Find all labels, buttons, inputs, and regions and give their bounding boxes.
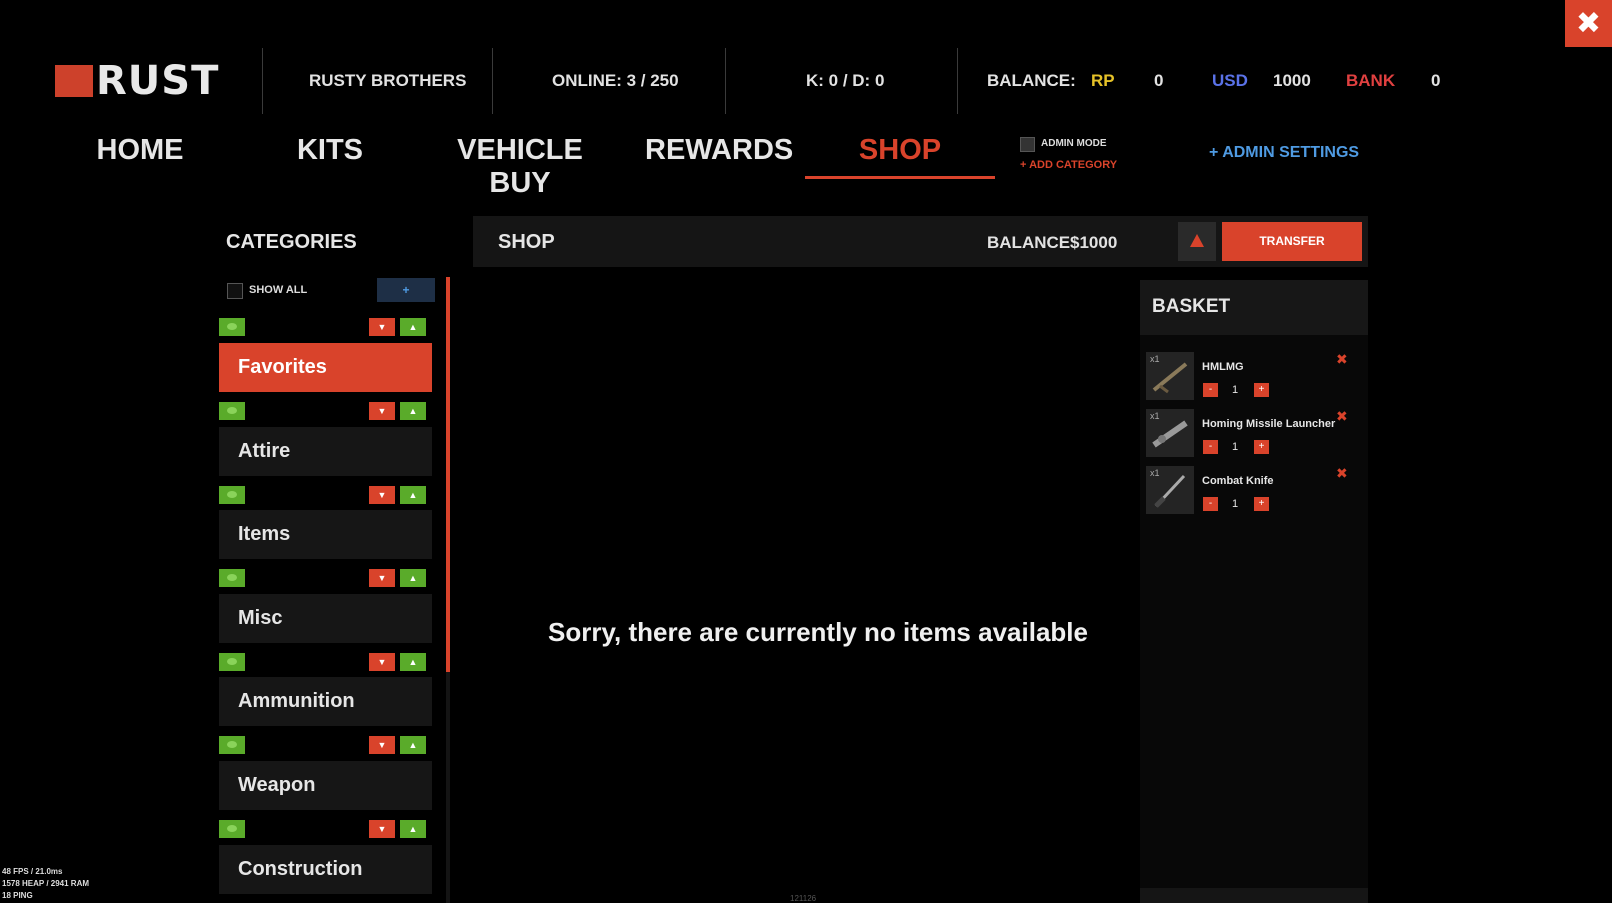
category-misc[interactable]: Misc [219,594,432,643]
show-all-checkbox[interactable] [227,283,243,299]
transfer-button[interactable]: TRANSFER [1222,222,1362,261]
tab-shop[interactable]: SHOP [850,134,950,167]
divider [262,48,263,114]
divider [492,48,493,114]
move-up-icon[interactable]: ▲ [400,569,426,587]
balance-label: BALANCE: [987,71,1076,90]
decrease-button[interactable]: - [1203,497,1218,511]
ping-readout: 18 PING [2,891,33,900]
edit-icon[interactable] [219,486,245,504]
move-up-icon[interactable]: ▲ [400,402,426,420]
basket-item-qty: 1 [1232,384,1239,396]
edit-icon[interactable] [219,820,245,838]
shop-title: SHOP [498,231,555,253]
basket-item-tag: x1 [1150,468,1160,478]
category-ammunition[interactable]: Ammunition [219,677,432,726]
admin-mode-checkbox[interactable] [1020,137,1035,152]
category-items[interactable]: Items [219,510,432,559]
server-name: RUSTY BROTHERS [309,71,467,90]
categories-title: CATEGORIES [226,231,357,253]
increase-button[interactable]: + [1254,497,1269,511]
remove-icon[interactable]: ✖ [1336,408,1348,425]
show-all-label: SHOW ALL [249,284,308,296]
categories-scroll-track [446,672,450,903]
admin-mode-label: ADMIN MODE [1041,138,1107,149]
center-code: 121126 [790,894,817,903]
move-down-icon[interactable]: ▼ [369,569,395,587]
move-down-icon[interactable]: ▼ [369,820,395,838]
rp-value: 0 [1154,71,1164,90]
move-down-icon[interactable]: ▼ [369,653,395,671]
move-up-icon[interactable]: ▲ [400,653,426,671]
divider [957,48,958,114]
edit-icon[interactable] [219,569,245,587]
increase-button[interactable]: + [1254,440,1269,454]
categories-scrollbar[interactable] [446,277,450,672]
bank-value: 0 [1431,71,1441,90]
decrease-button[interactable]: - [1203,440,1218,454]
rust-logo-icon [55,65,93,97]
basket-footer [1140,888,1368,903]
warning-triangle-icon [1190,234,1204,247]
active-tab-underline [805,176,995,179]
basket-title: BASKET [1152,296,1231,317]
decrease-button[interactable]: - [1203,383,1218,397]
shop-balance-label: BALANCE [987,233,1071,252]
edit-icon[interactable] [219,402,245,420]
logo-text: RUST [96,58,220,104]
move-up-icon[interactable]: ▲ [400,318,426,336]
fps-readout: 48 FPS / 21.0ms [2,867,63,876]
move-up-icon[interactable]: ▲ [400,486,426,504]
bank-label: BANK [1346,71,1396,90]
rp-label: RP [1091,71,1115,90]
usd-label: USD [1212,71,1248,90]
category-favorites[interactable]: Favorites [219,343,432,392]
tab-vehicle-buy[interactable]: VEHICLE BUY [435,134,605,200]
edit-icon[interactable] [219,653,245,671]
online-count: ONLINE: 3 / 250 [552,71,679,90]
divider [725,48,726,114]
add-category-plus-button[interactable]: + [377,278,435,302]
close-button[interactable]: ✖ [1565,0,1612,47]
basket-item-name: Combat Knife [1202,475,1274,487]
move-up-icon[interactable]: ▲ [400,820,426,838]
move-down-icon[interactable]: ▼ [369,318,395,336]
move-down-icon[interactable]: ▼ [369,736,395,754]
category-weapon[interactable]: Weapon [219,761,432,810]
category-construction[interactable]: Construction [219,845,432,894]
category-attire[interactable]: Attire [219,427,432,476]
add-category-button[interactable]: + ADD CATEGORY [1020,159,1117,171]
usd-value: 1000 [1273,71,1311,90]
basket-item-tag: x1 [1150,411,1160,421]
move-down-icon[interactable]: ▼ [369,402,395,420]
remove-icon[interactable]: ✖ [1336,465,1348,482]
move-down-icon[interactable]: ▼ [369,486,395,504]
basket-item-tag: x1 [1150,354,1160,364]
basket-item-name: HMLMG [1202,361,1244,373]
edit-icon[interactable] [219,736,245,754]
tab-rewards[interactable]: REWARDS [645,134,793,167]
shop-balance-value: $1000 [1070,233,1118,252]
edit-icon[interactable] [219,318,245,336]
basket-item-qty: 1 [1232,441,1239,453]
admin-settings-button[interactable]: + ADMIN SETTINGS [1209,144,1359,162]
tab-home[interactable]: HOME [95,134,185,167]
tab-kits[interactable]: KITS [290,134,370,167]
basket-item-qty: 1 [1232,498,1239,510]
memory-readout: 1578 HEAP / 2941 RAM [2,879,90,888]
remove-icon[interactable]: ✖ [1336,351,1348,368]
basket-item-name: Homing Missile Launcher [1202,418,1336,430]
increase-button[interactable]: + [1254,383,1269,397]
kill-death: K: 0 / D: 0 [806,71,885,90]
empty-message: Sorry, there are currently no items avai… [548,617,1088,647]
move-up-icon[interactable]: ▲ [400,736,426,754]
